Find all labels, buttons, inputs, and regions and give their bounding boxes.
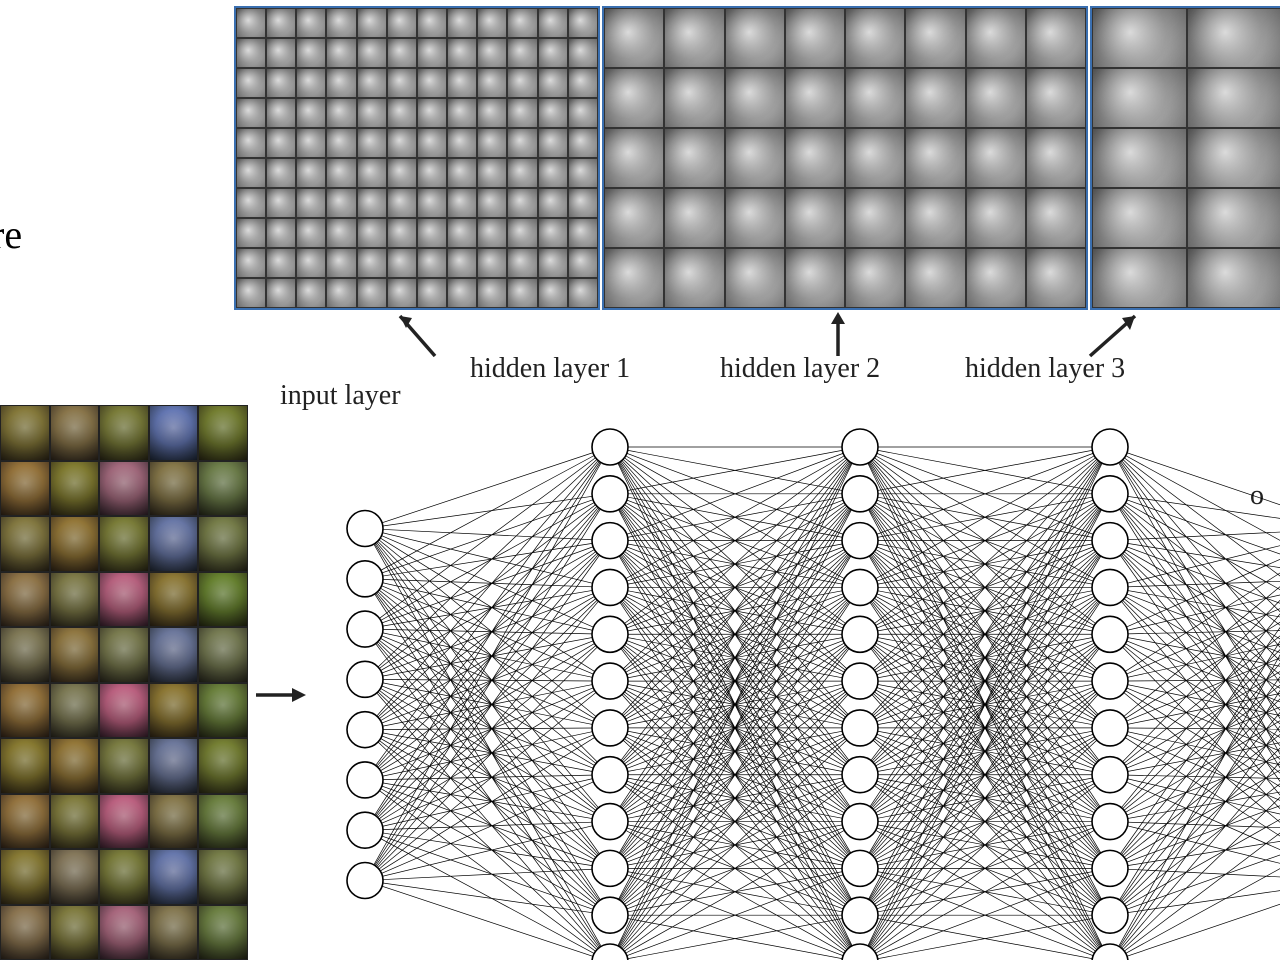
label-hidden-layer-2: hidden layer 2 [720, 353, 880, 385]
arrow-to-layer3-icon [1080, 306, 1160, 360]
arrow-to-layer1-icon [380, 306, 460, 360]
feature-grid-layer3 [1090, 6, 1280, 310]
input-face-thumbnails [0, 405, 248, 960]
arrow-to-layer2-icon [818, 306, 858, 360]
caption-line-3: l feature [0, 212, 22, 257]
diagram-stage: l arn l feature ions input layer hidden … [0, 0, 1280, 960]
label-hidden-layer-1: hidden layer 1 [470, 353, 630, 385]
feature-grid-layer1 [234, 6, 600, 310]
neural-network-diagram [310, 405, 1280, 960]
arrow-input-to-network-icon [252, 680, 312, 710]
feature-grid-layer2 [602, 6, 1088, 310]
left-caption-fragment: l arn l feature ions [0, 100, 210, 316]
label-hidden-layer-3: hidden layer 3 [965, 353, 1125, 385]
